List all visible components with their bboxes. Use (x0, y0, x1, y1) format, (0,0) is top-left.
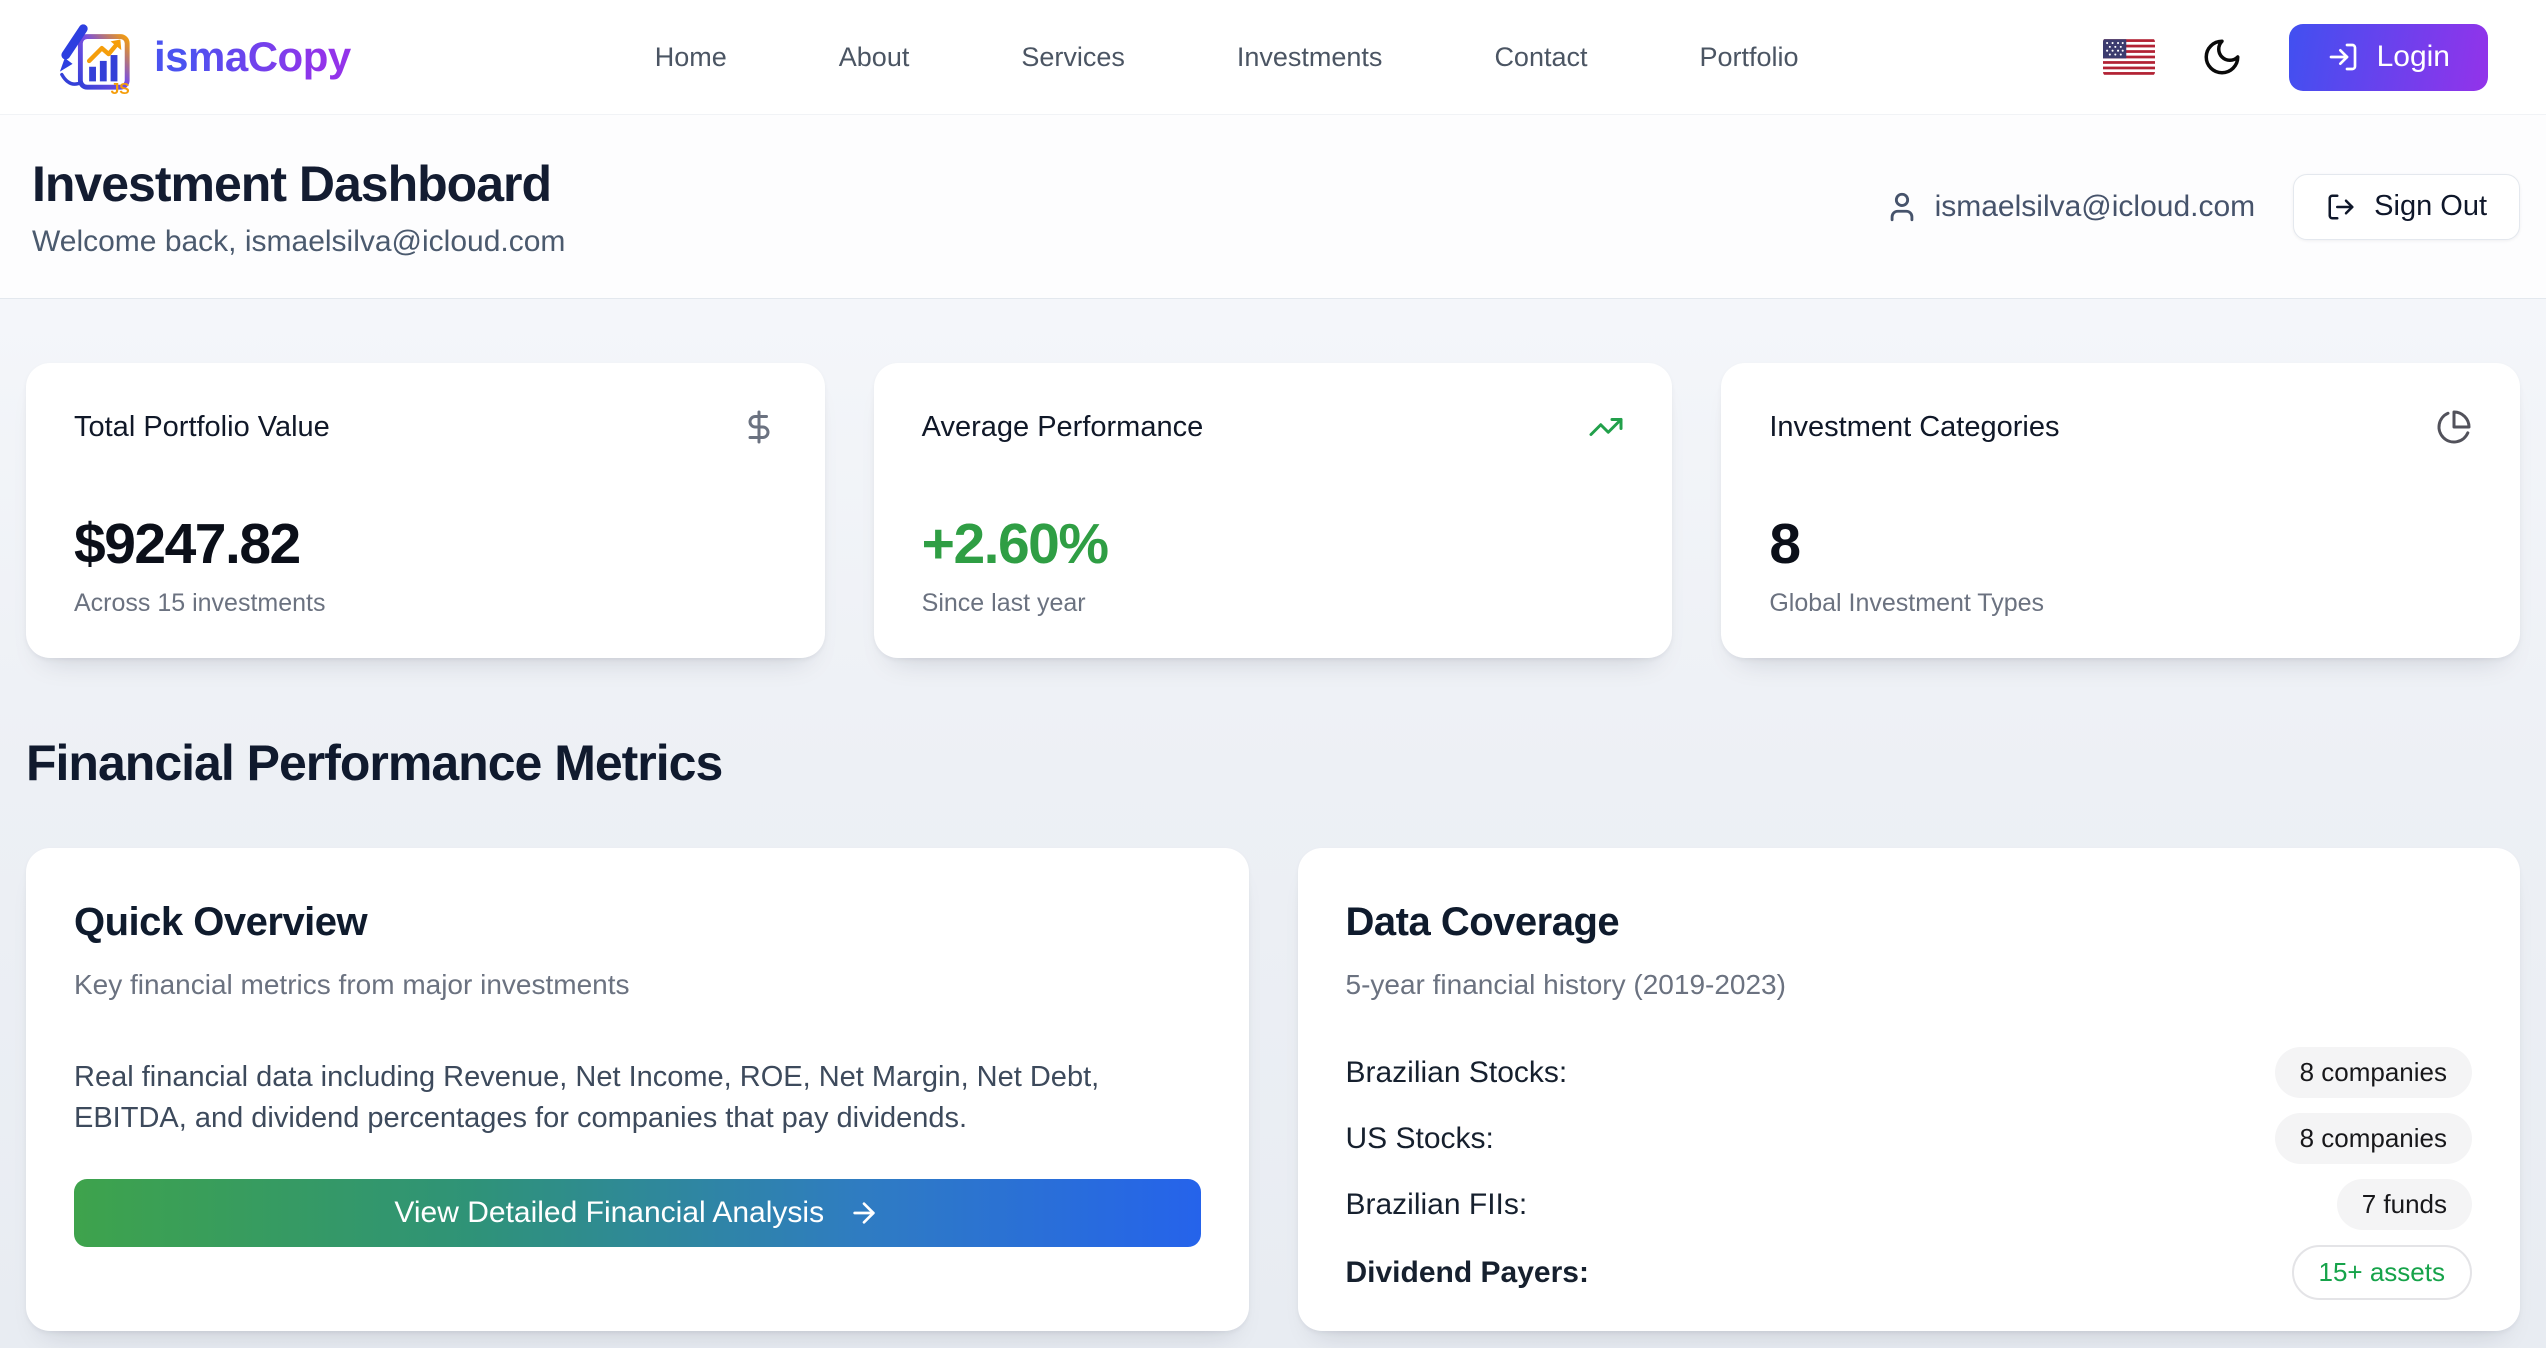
trending-up-icon (1588, 409, 1624, 445)
language-flag-button[interactable] (2103, 38, 2155, 76)
logo-js-badge: JS (111, 81, 130, 96)
dashboard-header-right: ismaelsilva@icloud.com Sign Out (1885, 174, 2520, 240)
coverage-label: Dividend Payers: (1346, 1256, 1589, 1290)
stat-card-total-portfolio: Total Portfolio Value $9247.82 Across 15… (26, 363, 825, 658)
us-flag-icon (2103, 38, 2155, 76)
stat-caption: Global Investment Types (1769, 589, 2472, 618)
coverage-label: Brazilian Stocks: (1346, 1056, 1568, 1090)
moon-icon (2201, 36, 2243, 78)
stat-value: +2.60% (922, 511, 1625, 577)
coverage-row-brazilian-fiis: Brazilian FIIs: 7 funds (1346, 1179, 2473, 1230)
page-title: Investment Dashboard (32, 155, 565, 213)
coverage-row-brazilian-stocks: Brazilian Stocks: 8 companies (1346, 1047, 2473, 1098)
nav-item-services[interactable]: Services (1021, 42, 1125, 73)
nav-item-investments[interactable]: Investments (1237, 42, 1383, 73)
dashboard-header: Investment Dashboard Welcome back, ismae… (0, 115, 2546, 299)
log-in-icon (2327, 41, 2359, 73)
data-coverage-subtitle: 5-year financial history (2019-2023) (1346, 969, 2473, 1001)
nav-links: Home About Services Investments Contact … (655, 42, 1799, 73)
coverage-badge: 8 companies (2275, 1047, 2472, 1098)
login-button-label: Login (2377, 40, 2450, 74)
login-button[interactable]: Login (2289, 24, 2488, 91)
stat-card-investment-categories: Investment Categories 8 Global Investmen… (1721, 363, 2520, 658)
nav-item-portfolio[interactable]: Portfolio (1700, 42, 1799, 73)
pie-chart-icon (2436, 409, 2472, 445)
theme-toggle-button[interactable] (2201, 36, 2243, 78)
user-email: ismaelsilva@icloud.com (1935, 190, 2256, 224)
quick-overview-subtitle: Key financial metrics from major investm… (74, 969, 1201, 1001)
brand-logo-icon: JS (56, 18, 134, 96)
main-content: Total Portfolio Value $9247.82 Across 15… (0, 299, 2546, 1348)
data-coverage-title: Data Coverage (1346, 900, 2473, 945)
log-out-icon (2326, 192, 2356, 222)
quick-overview-card: Quick Overview Key financial metrics fro… (26, 848, 1249, 1331)
stat-caption: Across 15 investments (74, 589, 777, 618)
nav-item-about[interactable]: About (839, 42, 910, 73)
coverage-badge: 7 funds (2337, 1179, 2472, 1230)
metrics-row: Quick Overview Key financial metrics fro… (26, 848, 2520, 1331)
dashboard-header-left: Investment Dashboard Welcome back, ismae… (32, 155, 565, 259)
quick-overview-description: Real financial data including Revenue, N… (74, 1057, 1201, 1139)
coverage-rows: Brazilian Stocks: 8 companies US Stocks:… (1346, 1047, 2473, 1300)
brand[interactable]: JS ismaCopy (56, 18, 351, 96)
dollar-icon (741, 409, 777, 445)
coverage-badge-green: 15+ assets (2292, 1245, 2472, 1300)
user-icon (1885, 190, 1919, 224)
stat-title: Investment Categories (1769, 411, 2059, 444)
stat-card-average-performance: Average Performance +2.60% Since last ye… (874, 363, 1673, 658)
sign-out-button[interactable]: Sign Out (2293, 174, 2520, 240)
coverage-badge: 8 companies (2275, 1113, 2472, 1164)
stat-title: Average Performance (922, 411, 1204, 444)
arrow-right-icon (848, 1197, 880, 1229)
view-detailed-analysis-button[interactable]: View Detailed Financial Analysis (74, 1179, 1201, 1247)
nav-right-controls: Login (2103, 24, 2488, 91)
coverage-label: US Stocks: (1346, 1122, 1494, 1156)
coverage-label: Brazilian FIIs: (1346, 1188, 1528, 1222)
stat-caption: Since last year (922, 589, 1625, 618)
stat-value: $9247.82 (74, 511, 777, 577)
quick-overview-title: Quick Overview (74, 900, 1201, 945)
sign-out-label: Sign Out (2374, 190, 2487, 223)
user-chip: ismaelsilva@icloud.com (1885, 190, 2256, 224)
coverage-row-dividend-payers: Dividend Payers: 15+ assets (1346, 1245, 2473, 1300)
stat-value: 8 (1769, 511, 2472, 577)
brand-name[interactable]: ismaCopy (154, 33, 351, 81)
section-title: Financial Performance Metrics (26, 734, 2520, 792)
data-coverage-card: Data Coverage 5-year financial history (… (1298, 848, 2521, 1331)
cta-label: View Detailed Financial Analysis (394, 1196, 824, 1230)
nav-item-home[interactable]: Home (655, 42, 727, 73)
welcome-message: Welcome back, ismaelsilva@icloud.com (32, 225, 565, 259)
stat-title: Total Portfolio Value (74, 411, 330, 444)
coverage-row-us-stocks: US Stocks: 8 companies (1346, 1113, 2473, 1164)
top-navbar: JS ismaCopy Home About Services Investme… (0, 0, 2546, 115)
stats-row: Total Portfolio Value $9247.82 Across 15… (26, 363, 2520, 658)
page: JS ismaCopy Home About Services Investme… (0, 0, 2546, 1348)
nav-item-contact[interactable]: Contact (1494, 42, 1587, 73)
